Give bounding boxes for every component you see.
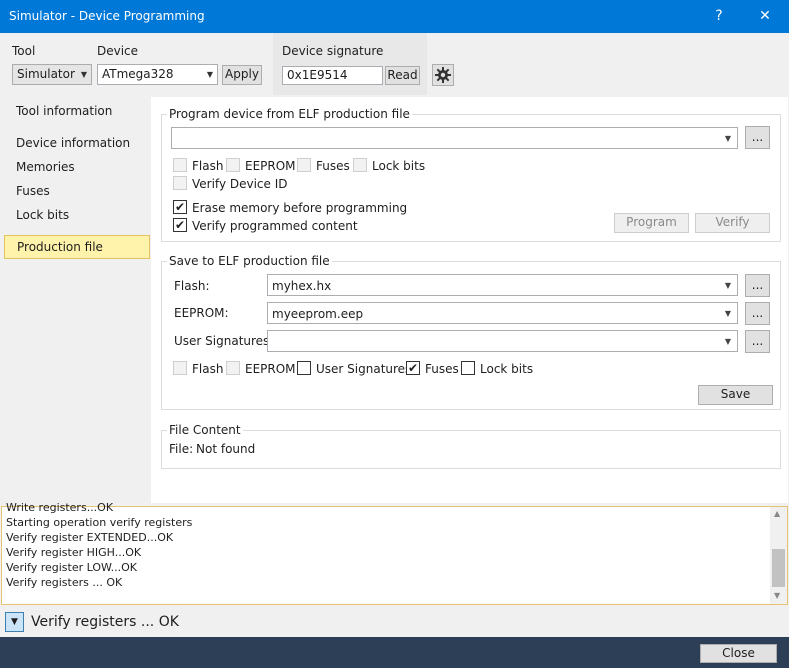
chevron-down-icon: ▼ [724,309,731,318]
save-fuses-checkbox[interactable]: ✔ [406,361,420,375]
file-status: Not found [196,442,256,456]
sidebar-item-production-file[interactable]: Production file [4,235,150,259]
flash-file-select[interactable]: myhex.hx ▼ [267,274,738,296]
program-lockbits-checkbox[interactable] [353,158,367,172]
flash-browse-button[interactable]: ... [745,274,770,297]
chevron-down-icon: ▼ [206,70,213,79]
sidebar-item-device-information[interactable]: Device information [4,132,150,154]
chevron-down-icon: ▼ [80,70,87,79]
program-fuses-checkbox[interactable] [297,158,311,172]
chevron-down-icon: ▼ [11,617,18,627]
log-line: Starting operation verify registers [6,516,193,529]
program-button[interactable]: Program [614,213,689,233]
device-label: Device [97,44,139,58]
status-bar: ▼ Verify registers ... OK [1,607,788,637]
chevron-down-icon: ▼ [724,134,731,143]
user-signatures-label: User Signatures: [174,334,274,348]
save-fuses-label: Fuses [425,362,459,376]
flash-file-label: Flash: [174,279,210,293]
checkmark-icon: ✔ [407,361,419,375]
output-log[interactable]: Write registers...OK Starting operation … [1,501,788,605]
help-button[interactable]: ? [709,6,729,26]
title-bar: Simulator - Device Programming ? ✕ [0,0,789,33]
program-group-title: Program device from ELF production file [167,107,412,121]
device-select[interactable]: ATmega328 ▼ [97,64,218,85]
verify-device-id-label: Verify Device ID [192,177,288,191]
program-flash-checkbox[interactable] [173,158,187,172]
save-usersig-label: User Signatures [316,362,412,376]
sidebar-item-fuses[interactable]: Fuses [4,180,150,202]
settings-button[interactable] [432,64,454,86]
user-signatures-browse-button[interactable]: ... [745,330,770,353]
dialog-footer: Close [0,637,789,668]
close-window-button[interactable]: ✕ [755,6,775,26]
user-signatures-select[interactable]: ▼ [267,330,738,352]
device-toolbar: Tool Simulator ▼ Device ATmega328 ▼ Appl… [1,33,788,95]
erase-memory-label: Erase memory before programming [192,201,408,215]
read-button[interactable]: Read [385,66,420,85]
sidebar-item-lock-bits[interactable]: Lock bits [4,204,150,226]
verify-button[interactable]: Verify [695,213,770,233]
status-text: Verify registers ... OK [31,614,179,630]
log-line: Verify register EXTENDED...OK [6,531,174,544]
elf-file-select[interactable]: ▼ [171,127,738,149]
tool-select-value: Simulator [17,67,75,81]
save-eeprom-label: EEPROM [245,362,296,376]
file-label: File: [169,442,194,456]
save-eeprom-checkbox[interactable] [226,361,240,375]
scroll-up-icon[interactable]: ▲ [774,509,780,518]
sidebar-item-memories[interactable]: Memories [4,156,150,178]
eeprom-browse-button[interactable]: ... [745,302,770,325]
program-lockbits-label: Lock bits [372,159,426,173]
scroll-down-icon[interactable]: ▼ [774,591,780,600]
erase-memory-checkbox[interactable]: ✔ [173,200,187,214]
save-flash-label: Flash [192,362,224,376]
apply-button[interactable]: Apply [222,65,262,85]
checkmark-icon: ✔ [174,200,186,214]
log-line: Verify registers ... OK [6,576,123,589]
gear-icon [435,67,451,83]
file-content-title: File Content [167,423,243,437]
sidebar-item-tool-information[interactable]: Tool information [4,100,150,122]
save-usersig-checkbox[interactable] [297,361,311,375]
verify-device-id-checkbox[interactable] [173,176,187,190]
production-file-panel: Program device from ELF production file … [151,97,788,503]
save-button[interactable]: Save [698,385,773,405]
eeprom-file-label: EEPROM: [174,306,229,320]
signature-panel [273,33,427,95]
save-lockbits-checkbox[interactable] [461,361,475,375]
checkmark-icon: ✔ [174,218,186,232]
log-line: Write registers...OK [6,501,114,514]
eeprom-file-value: myeeprom.eep [272,307,364,321]
window-title: Simulator - Device Programming [9,9,205,23]
log-scrollbar[interactable]: ▲ ▼ [770,507,787,604]
device-select-value: ATmega328 [102,67,174,81]
program-eeprom-checkbox[interactable] [226,158,240,172]
program-flash-label: Flash [192,159,224,173]
program-eeprom-label: EEPROM [245,159,296,173]
tool-select[interactable]: Simulator ▼ [12,64,92,85]
signature-field: 0x1E9514 [282,66,383,85]
flash-file-value: myhex.hx [272,279,332,293]
expand-log-button[interactable]: ▼ [5,612,24,632]
sidebar: Tool information Device information Memo… [1,97,151,503]
scrollbar-thumb[interactable] [772,549,785,587]
program-fuses-label: Fuses [316,159,350,173]
save-group-title: Save to ELF production file [167,254,332,268]
chevron-down-icon: ▼ [724,281,731,290]
signature-value: 0x1E9514 [287,68,348,82]
tool-label: Tool [12,44,36,58]
chevron-down-icon: ▼ [724,337,731,346]
signature-label: Device signature [282,44,384,58]
log-line: Verify register LOW...OK [6,561,137,574]
save-flash-checkbox[interactable] [173,361,187,375]
verify-content-label: Verify programmed content [192,219,358,233]
verify-content-checkbox[interactable]: ✔ [173,218,187,232]
close-button[interactable]: Close [700,644,777,663]
log-line: Verify register HIGH...OK [6,546,142,559]
save-lockbits-label: Lock bits [480,362,534,376]
elf-browse-button[interactable]: ... [745,126,770,149]
eeprom-file-select[interactable]: myeeprom.eep ▼ [267,302,738,324]
